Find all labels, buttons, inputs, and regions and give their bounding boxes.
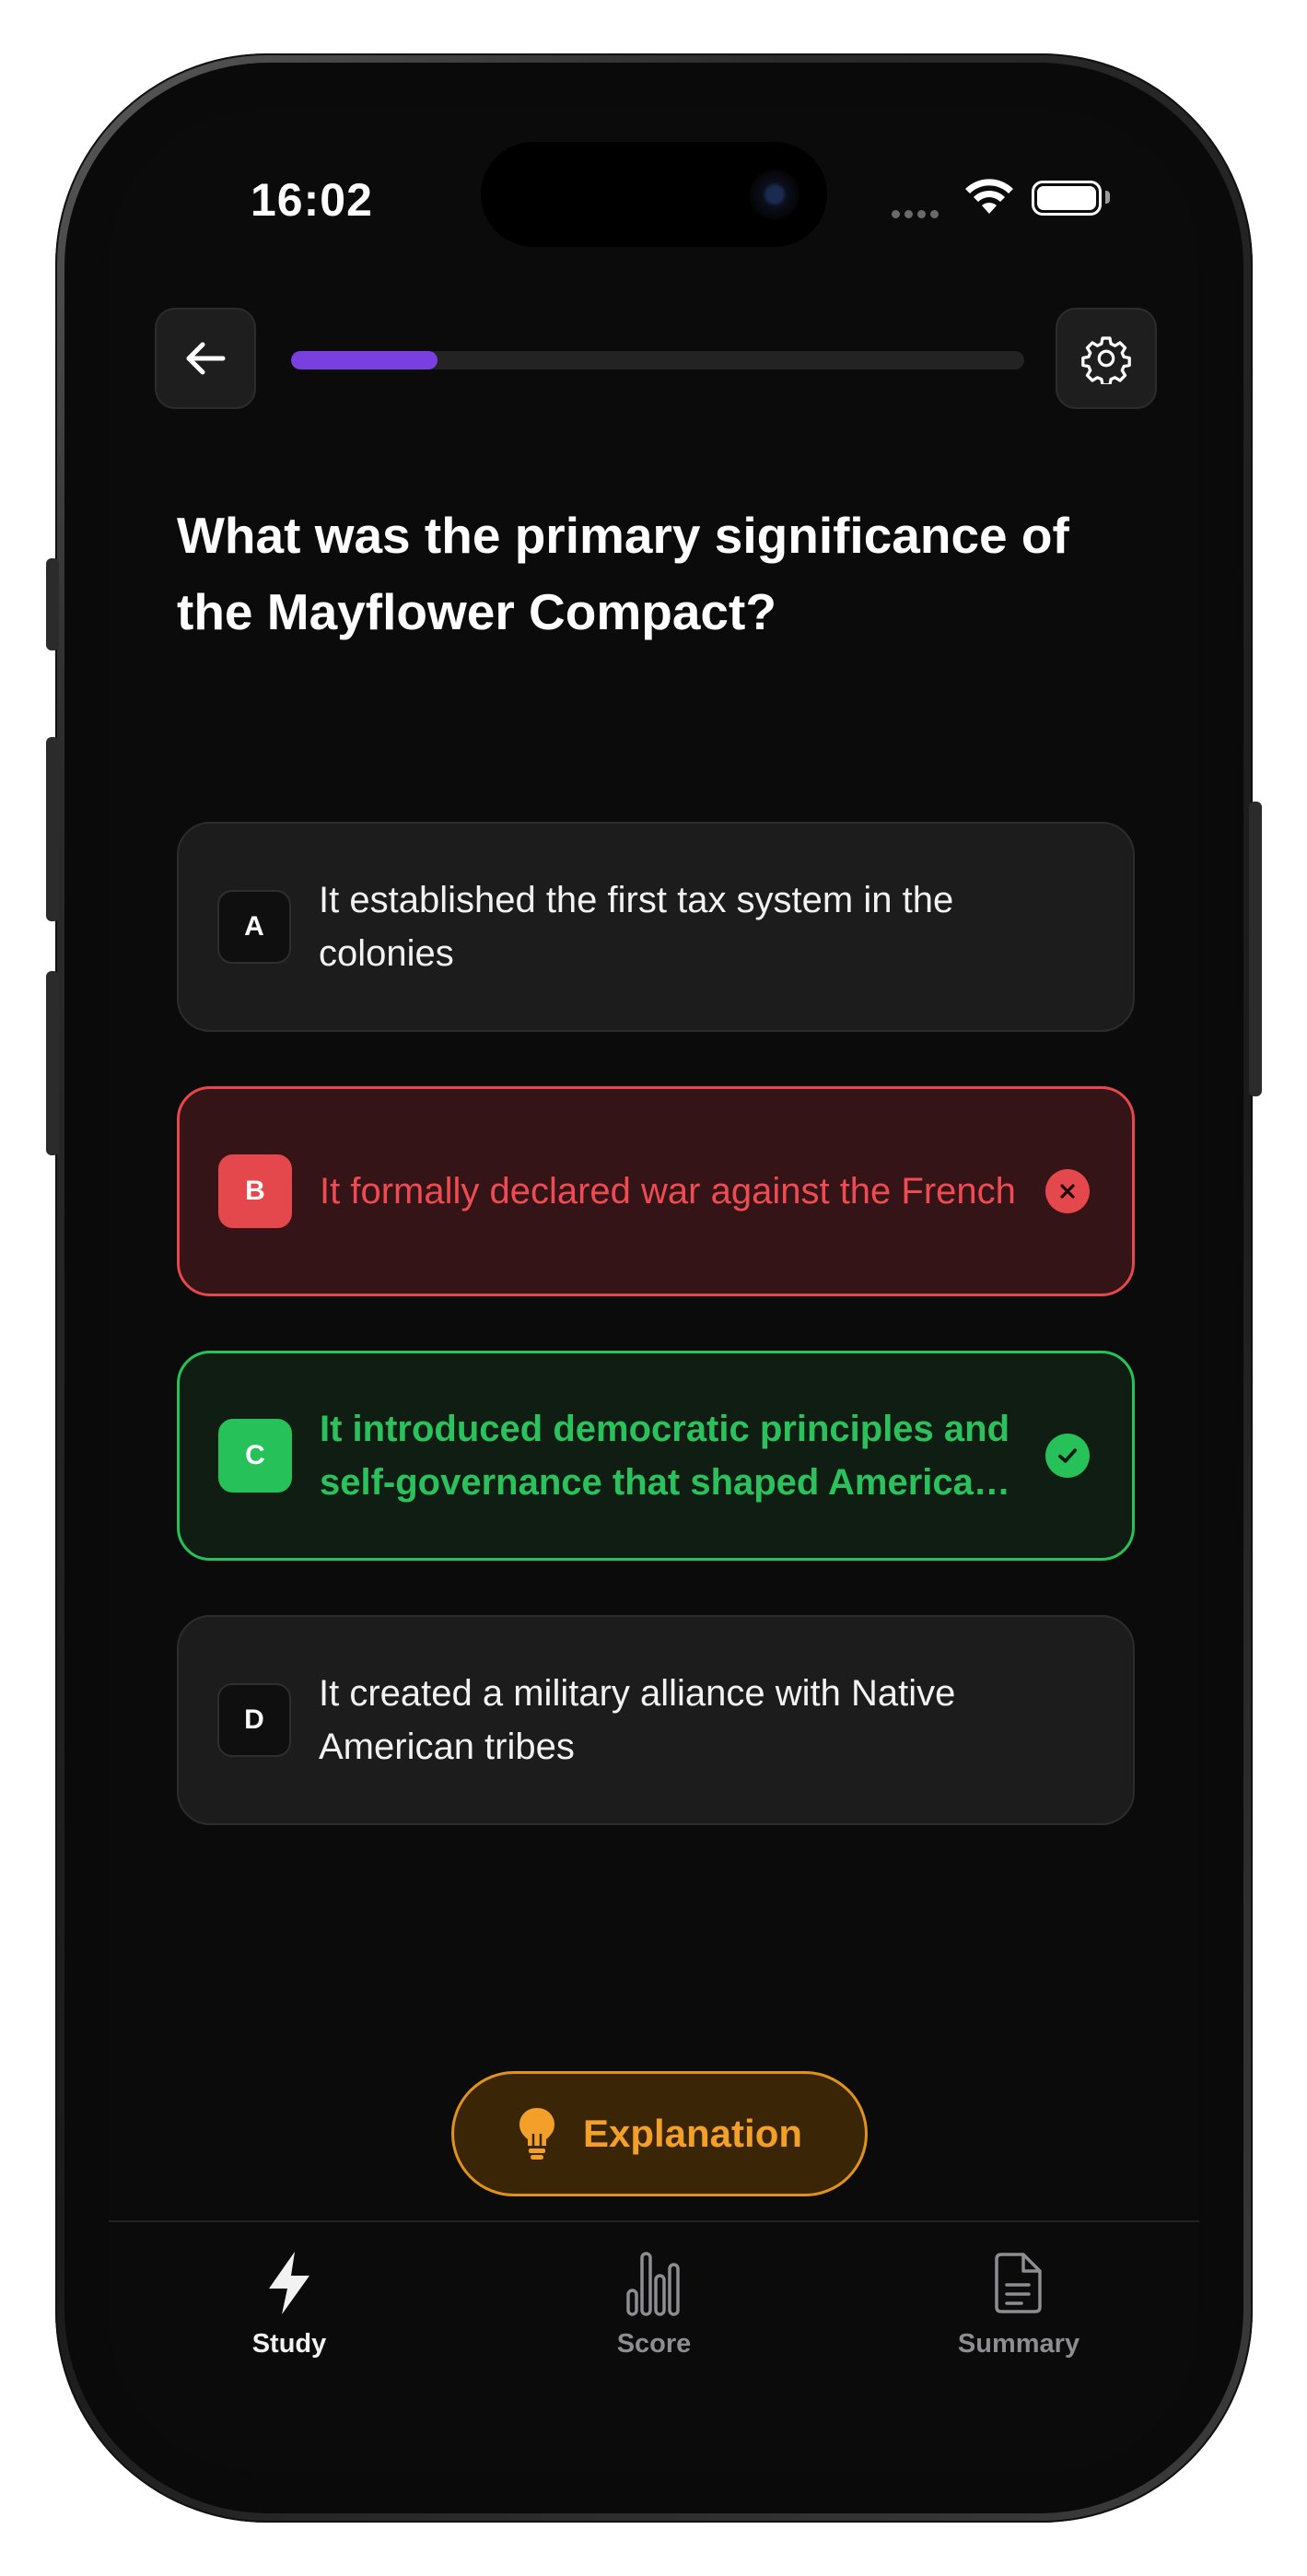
tab-bar: Study Score Summary	[109, 2220, 1199, 2473]
tab-score[interactable]: Score	[534, 2248, 774, 2386]
battery-cap	[1105, 191, 1110, 204]
option-letter-badge: A	[217, 890, 291, 964]
action-button	[46, 558, 59, 650]
wifi-icon	[965, 179, 1013, 214]
option-c[interactable]: C It introduced democratic principles an…	[177, 1351, 1135, 1561]
tab-study[interactable]: Study	[169, 2248, 409, 2386]
option-d[interactable]: D It created a military alliance with Na…	[177, 1615, 1135, 1825]
volume-up-button	[46, 737, 59, 921]
power-button	[1249, 802, 1262, 1096]
volume-down-button	[46, 971, 59, 1155]
arrow-left-icon	[186, 342, 226, 375]
option-letter-badge: C	[218, 1419, 292, 1493]
gear-icon	[1081, 336, 1131, 384]
screen: 16:02 What was the primary significance …	[109, 109, 1199, 2473]
camera-icon	[750, 170, 799, 219]
document-icon	[995, 2253, 1042, 2313]
question-text: What was the primary significance of the…	[177, 507, 1069, 640]
dynamic-island	[481, 142, 827, 247]
cellular-signal-icon	[892, 210, 939, 218]
wrong-x-icon	[1045, 1169, 1090, 1213]
lightbulb-icon	[519, 2108, 554, 2160]
tab-label: Summary	[957, 2329, 1080, 2359]
progress-bar	[291, 351, 1024, 369]
option-text: It formally declared war against the Fre…	[320, 1171, 1016, 1212]
option-b[interactable]: B It formally declared war against the F…	[177, 1086, 1135, 1296]
tab-label: Study	[251, 2329, 327, 2359]
option-text: It introduced democratic principles and …	[320, 1409, 1010, 1503]
settings-button[interactable]	[1056, 308, 1157, 409]
battery-icon	[1032, 181, 1102, 216]
option-letter-badge: D	[217, 1683, 291, 1757]
option-text: It established the first tax system in t…	[319, 880, 954, 974]
status-time: 16:02	[251, 174, 373, 226]
tab-summary[interactable]: Summary	[899, 2248, 1138, 2386]
option-letter-badge: B	[218, 1154, 292, 1228]
tab-label: Score	[616, 2329, 692, 2359]
explanation-button[interactable]: Explanation	[451, 2071, 868, 2196]
lightning-icon	[269, 2252, 309, 2314]
bar-chart-icon	[626, 2252, 680, 2316]
option-a[interactable]: A It established the first tax system in…	[177, 822, 1135, 1032]
explanation-label: Explanation	[582, 2112, 803, 2155]
progress-fill	[291, 351, 438, 369]
correct-check-icon	[1045, 1434, 1090, 1478]
back-button[interactable]	[155, 308, 256, 409]
option-text: It created a military alliance with Nati…	[319, 1673, 956, 1767]
